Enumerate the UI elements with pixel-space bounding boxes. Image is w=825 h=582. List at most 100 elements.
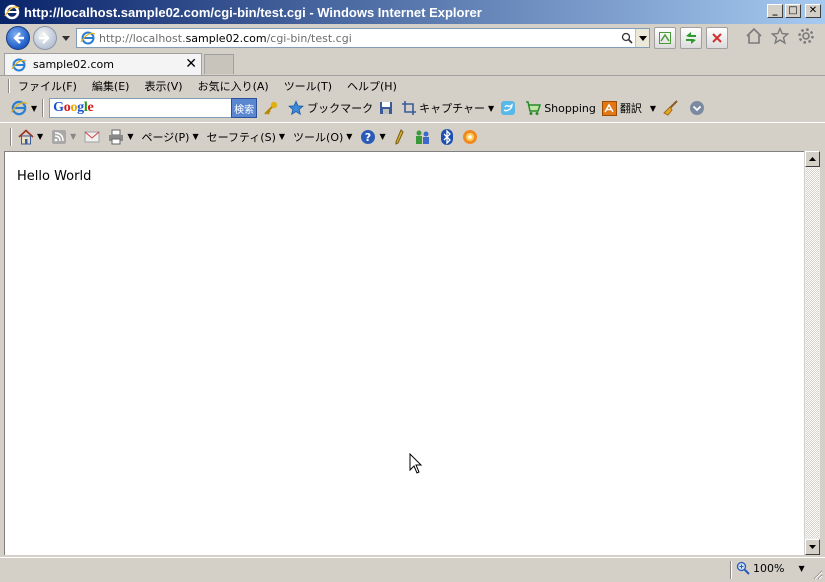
help-menu[interactable]: ? ▼	[360, 129, 386, 145]
bookmark-button[interactable]: ブックマーク	[288, 100, 373, 116]
translate-label: 翻訳	[619, 102, 642, 115]
chevron-down-icon: ▼	[127, 132, 134, 141]
forward-button[interactable]	[33, 26, 57, 50]
settings-gear-icon[interactable]	[797, 27, 815, 45]
menu-favorites[interactable]: お気に入り(A)	[198, 78, 269, 94]
zoom-magnifier-icon	[736, 561, 750, 575]
close-tab-icon[interactable]: ✕	[185, 56, 197, 72]
page-menu-label: ページ(P)	[141, 130, 190, 144]
scroll-track[interactable]	[806, 168, 819, 538]
home-menu-button[interactable]: ▼	[18, 128, 44, 145]
menu-view[interactable]: 表示(V)	[144, 78, 182, 94]
key-icon	[264, 101, 278, 115]
tools-menu-label: ツール(O)	[293, 130, 344, 144]
shopping-cart-icon	[526, 101, 542, 115]
broom-button[interactable]	[662, 100, 683, 116]
menu-edit[interactable]: 編集(E)	[92, 78, 130, 94]
google-toolbar: ▼ Google 検索 ブックマーク キャプチャー ▼ Shopping 翻訳 …	[0, 96, 825, 120]
back-arrow-icon	[13, 32, 24, 44]
ie-logo-icon	[4, 4, 20, 20]
compatibility-view-button[interactable]	[654, 27, 676, 49]
minimize-button[interactable]: _	[767, 4, 783, 18]
research-button[interactable]	[394, 128, 406, 145]
page-menu[interactable]: ページ(P) ▼	[141, 129, 198, 145]
capture-crop-icon	[402, 101, 417, 115]
zoom-control[interactable]: 100% ▼	[736, 561, 805, 575]
bookmark-star-icon	[288, 100, 305, 116]
bluetooth-button[interactable]	[440, 128, 454, 145]
key-button[interactable]	[263, 100, 282, 116]
capture-button[interactable]: キャプチャー ▼	[402, 100, 494, 116]
twitter-button[interactable]	[500, 100, 519, 116]
shopping-button[interactable]: Shopping	[525, 100, 596, 116]
translate-button[interactable]: 翻訳	[601, 100, 642, 116]
stop-button[interactable]	[706, 27, 728, 49]
ie-toolbar-icon	[10, 100, 28, 116]
menu-help[interactable]: ヘルプ(H)	[347, 78, 397, 94]
pen-icon	[395, 128, 404, 145]
chevron-down-icon: ▼	[70, 132, 77, 141]
window-title: http://localhost.sample02.com/cgi-bin/te…	[24, 4, 482, 20]
scroll-up-button[interactable]	[805, 151, 820, 167]
mail-button[interactable]	[84, 130, 100, 144]
address-dropdown-button[interactable]	[635, 29, 649, 47]
bookmark-label: ブックマーク	[307, 102, 374, 115]
toolbar-ie-menu[interactable]: ▼	[10, 99, 37, 117]
chevron-down-icon	[809, 545, 816, 549]
chevron-down-icon: ▼	[31, 103, 38, 113]
toolbar-grip[interactable]	[10, 127, 12, 146]
vertical-scrollbar[interactable]	[804, 151, 820, 555]
forward-arrow-icon	[39, 32, 50, 44]
resize-grip-icon[interactable]	[811, 568, 823, 580]
tools-menu[interactable]: ツール(O) ▼	[293, 129, 352, 145]
chevron-down-icon: ▼	[379, 132, 386, 141]
twitter-bird-icon	[501, 101, 516, 115]
google-search-input[interactable]: Google 検索	[49, 98, 258, 118]
back-button[interactable]	[6, 26, 30, 50]
menu-tools[interactable]: ツール(T)	[284, 78, 332, 94]
messenger-people-icon	[415, 130, 429, 144]
home-icon[interactable]	[745, 27, 763, 45]
stop-icon	[712, 33, 722, 43]
toolbar-grip[interactable]	[8, 79, 10, 93]
recent-pages-dropdown[interactable]	[62, 35, 70, 41]
google-search-button[interactable]: 検索	[231, 98, 258, 118]
scroll-down-button[interactable]	[805, 539, 820, 555]
window-controls: _ □ ✕	[767, 4, 821, 18]
favorites-star-icon[interactable]	[771, 27, 789, 45]
addon-button[interactable]	[462, 129, 478, 145]
messenger-button[interactable]	[414, 129, 432, 145]
page-content: Hello World	[4, 151, 804, 555]
chevron-down-icon[interactable]: ▼	[650, 104, 656, 113]
tab-sample02[interactable]: sample02.com ✕	[4, 53, 202, 75]
menu-file[interactable]: ファイル(F)	[18, 78, 77, 94]
close-window-button[interactable]: ✕	[805, 4, 821, 18]
safety-menu[interactable]: セーフティ(S) ▼	[207, 129, 285, 145]
print-button[interactable]: ▼	[108, 129, 133, 145]
toolbar-separator	[42, 99, 45, 117]
refresh-button[interactable]	[680, 27, 702, 49]
new-tab-button[interactable]	[204, 54, 234, 74]
maximize-button[interactable]: □	[785, 4, 801, 18]
help-question-icon: ?	[361, 129, 376, 144]
shopping-label: Shopping	[544, 101, 596, 115]
printer-icon	[109, 129, 124, 144]
address-search-icon[interactable]	[619, 29, 635, 47]
status-bar: 100% ▼	[0, 557, 825, 582]
title-bar: http://localhost.sample02.com/cgi-bin/te…	[0, 0, 825, 24]
command-bar: ▼ ▼ ▼ ページ(P) ▼ セーフティ(S) ▼ ツール(O) ▼ ? ▼	[0, 122, 825, 150]
chevron-down-icon: ▼	[488, 103, 495, 113]
feeds-button[interactable]: ▼	[51, 129, 76, 145]
tab-title: sample02.com	[33, 58, 114, 71]
chevron-down-icon: ▼	[278, 132, 286, 141]
google-logo: Google	[53, 100, 94, 115]
chevron-down-icon: ▼	[37, 132, 44, 141]
floppy-disk-icon	[380, 102, 393, 114]
toolbar-options-button[interactable]	[689, 100, 708, 116]
capture-label: キャプチャー	[419, 102, 486, 115]
chevron-down-icon: ▼	[192, 132, 199, 141]
compatibility-icon	[659, 32, 671, 44]
save-button[interactable]	[379, 101, 396, 115]
svg-text:?: ?	[365, 131, 371, 144]
address-input[interactable]: http://localhost.sample02.com/cgi-bin/te…	[76, 28, 650, 48]
